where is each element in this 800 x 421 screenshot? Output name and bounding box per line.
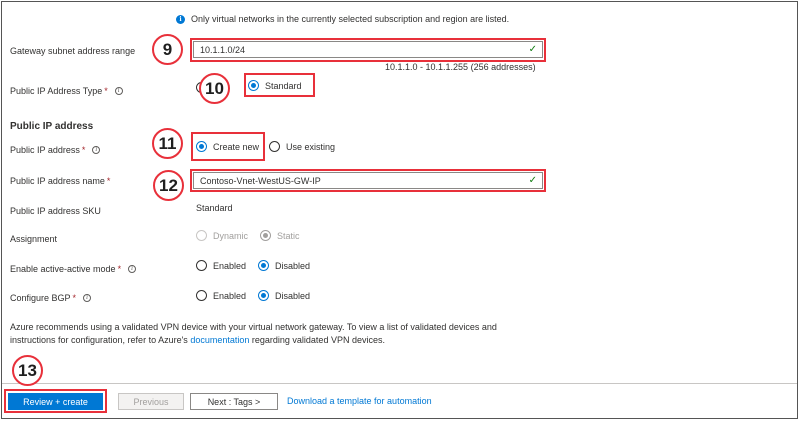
public-ip-type-standard: Standard	[248, 80, 318, 91]
radio-standard[interactable]: Standard	[248, 80, 302, 91]
public-ip-name-label-text: Public IP address name	[10, 176, 105, 186]
bgp-label-text: Configure BGP	[10, 293, 71, 303]
footer-divider	[2, 383, 797, 384]
radio-standard-label: Standard	[265, 80, 302, 91]
annotation-badge-10: 10	[199, 73, 230, 104]
gateway-subnet-range-hint: 10.1.1.0 - 10.1.1.255 (256 addresses)	[385, 62, 536, 72]
info-icon[interactable]: i	[83, 294, 92, 302]
radio-standard-circle[interactable]	[248, 80, 259, 91]
radio-use-existing[interactable]: Use existing	[269, 141, 335, 152]
active-active-radio-group: Enabled Disabled	[196, 260, 326, 271]
required-marker: *	[72, 293, 77, 303]
radio-static-circle	[260, 230, 272, 241]
recommendation-line-2-prefix: instructions for configuration, refer to…	[10, 335, 188, 345]
review-create-button[interactable]: Review + create	[8, 393, 103, 410]
bgp-label: Configure BGP * i	[10, 293, 92, 303]
public-ip-section-title: Public IP address	[10, 121, 94, 132]
recommendation-line-1: Azure recommends using a validated VPN d…	[10, 322, 497, 332]
recommendation-line-2-suffix: regarding validated VPN devices.	[251, 335, 385, 345]
radio-static: Static	[260, 230, 300, 241]
radio-create-new[interactable]: Create new	[196, 141, 259, 152]
radio-active-active-disabled[interactable]: Disabled	[258, 260, 310, 271]
recommendation-text: Azure recommends using a validated VPN d…	[10, 321, 497, 347]
radio-active-active-enabled-circle[interactable]	[196, 260, 207, 271]
radio-static-label: Static	[277, 230, 300, 241]
documentation-link[interactable]: documentation	[190, 335, 249, 345]
annotation-badge-11: 11	[152, 128, 183, 159]
active-active-label: Enable active-active mode * i	[10, 264, 137, 274]
assignment-label: Assignment	[10, 234, 58, 244]
annotation-badge-12: 12	[153, 170, 184, 201]
recommendation-line-2: instructions for configuration, refer to…	[10, 334, 497, 347]
radio-dynamic: Dynamic	[196, 230, 248, 241]
required-marker: *	[81, 145, 86, 155]
previous-button[interactable]: Previous	[118, 393, 184, 410]
info-icon[interactable]: i	[128, 265, 137, 273]
bgp-radio-group: Enabled Disabled	[196, 290, 326, 301]
info-banner: i Only virtual networks in the currently…	[176, 14, 509, 24]
radio-active-active-disabled-circle[interactable]	[258, 260, 270, 271]
radio-create-new-label: Create new	[213, 141, 260, 152]
gateway-subnet-label: Gateway subnet address range	[10, 46, 135, 56]
callout-box-gateway-subnet	[190, 38, 546, 62]
info-banner-text: Only virtual networks in the currently s…	[191, 14, 510, 24]
public-ip-address-label: Public IP address * i	[10, 145, 101, 155]
radio-active-active-disabled-label: Disabled	[275, 260, 311, 271]
public-ip-sku-label: Public IP address SKU	[10, 206, 101, 216]
assignment-radio-group: Dynamic Static	[196, 230, 316, 241]
radio-active-active-enabled-label: Enabled	[213, 260, 247, 271]
public-ip-address-label-text: Public IP address	[10, 145, 80, 155]
info-icon[interactable]: i	[92, 146, 101, 154]
info-icon: i	[176, 14, 185, 24]
required-marker: *	[117, 264, 122, 274]
radio-use-existing-circle[interactable]	[269, 141, 281, 152]
radio-dynamic-circle	[196, 230, 207, 241]
radio-bgp-disabled-circle[interactable]	[258, 290, 270, 301]
next-tags-button[interactable]: Next : Tags >	[190, 393, 278, 410]
radio-active-active-enabled[interactable]: Enabled	[196, 260, 246, 271]
download-template-link[interactable]: Download a template for automation	[287, 396, 432, 406]
radio-use-existing-label: Use existing	[286, 141, 336, 152]
radio-bgp-disabled-label: Disabled	[275, 290, 311, 301]
required-marker: *	[106, 176, 111, 186]
radio-bgp-enabled-label: Enabled	[213, 290, 247, 301]
callout-box-public-ip-name	[190, 169, 546, 192]
active-active-label-text: Enable active-active mode	[10, 264, 116, 274]
public-ip-address-radio-group: Create new Use existing	[196, 141, 351, 152]
info-icon[interactable]: i	[114, 87, 123, 95]
annotation-badge-13: 13	[12, 355, 43, 386]
radio-create-new-circle[interactable]	[196, 141, 207, 152]
radio-bgp-enabled[interactable]: Enabled	[196, 290, 246, 301]
public-ip-name-label: Public IP address name *	[10, 176, 110, 186]
radio-bgp-disabled[interactable]: Disabled	[258, 290, 310, 301]
public-ip-sku-value: Standard	[196, 203, 233, 213]
radio-dynamic-label: Dynamic	[213, 230, 249, 241]
radio-bgp-enabled-circle[interactable]	[196, 290, 207, 301]
public-ip-type-label-text: Public IP Address Type	[10, 86, 103, 96]
required-marker: *	[104, 86, 108, 96]
annotation-badge-9: 9	[152, 34, 183, 65]
gateway-subnet-label-text: Gateway subnet address range	[10, 46, 136, 56]
public-ip-type-label: Public IP Address Type * i	[10, 86, 123, 96]
